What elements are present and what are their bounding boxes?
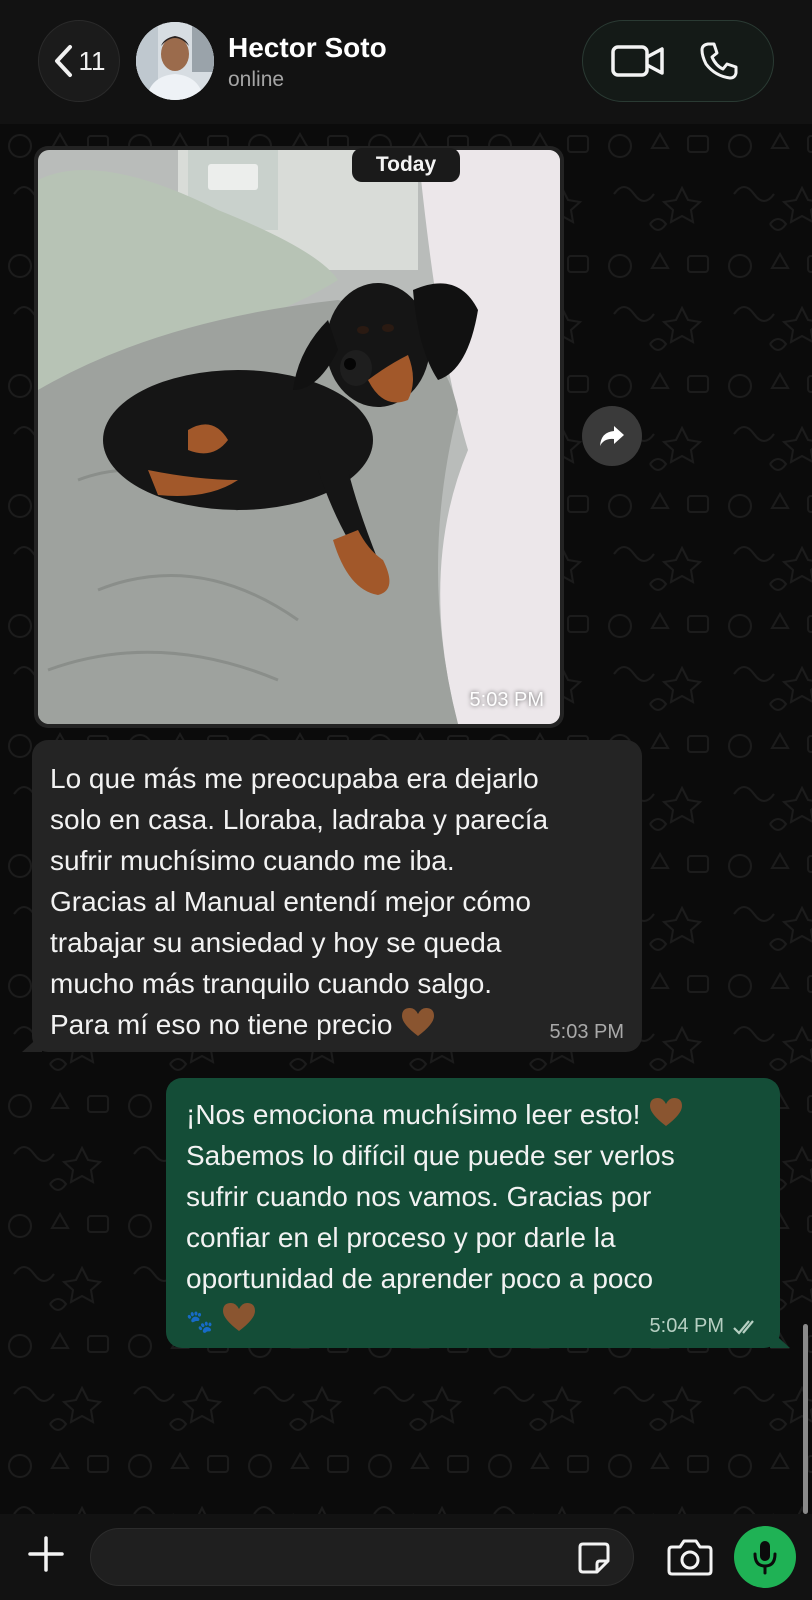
outgoing-message[interactable]: ¡Nos emociona muchísimo leer esto! Sabem…: [166, 1078, 780, 1348]
sticker-button[interactable]: [574, 1538, 614, 1578]
brown-heart-icon: [402, 1008, 435, 1036]
message-line: mucho más tranquilo cuando salgo.: [50, 968, 493, 999]
message-line: ¡Nos emociona muchísimo leer esto!: [186, 1094, 760, 1135]
message-line: solo en casa. Lloraba, ladraba y parecía: [50, 804, 549, 835]
camera-icon: [667, 1539, 713, 1576]
incoming-message[interactable]: Lo que más me preocupaba era dejarlo sol…: [32, 740, 642, 1052]
contact-status: online: [228, 68, 285, 91]
message-line: oportunidad de aprender poco a poco: [186, 1263, 654, 1294]
dog-photo: [38, 150, 560, 724]
back-button[interactable]: 11: [38, 20, 120, 102]
double-check-icon: [733, 1319, 754, 1335]
chat-area[interactable]: 5:03 PM Today Lo que más me preocupaba e…: [0, 124, 812, 1514]
chevron-left-icon: [54, 45, 72, 77]
incoming-message-text: Lo que más me preocupaba era dejarlo sol…: [50, 758, 624, 1045]
plus-icon: [28, 1536, 64, 1572]
message-line: Sabemos lo difícil que puede ser verlos: [186, 1140, 675, 1171]
forward-arrow-icon: [600, 426, 624, 446]
attach-button[interactable]: [22, 1530, 70, 1578]
microphone-icon: [753, 1541, 777, 1575]
message-line: confiar en el proceso y por darle la: [186, 1222, 616, 1253]
image-timestamp: 5:03 PM: [469, 689, 544, 711]
call-actions: [582, 20, 774, 102]
unread-count: 11: [78, 45, 106, 76]
message-line: Gracias al Manual entendí mejor cómo: [50, 886, 531, 917]
contact-name[interactable]: Hector Soto: [228, 32, 387, 64]
message-line: Para mí eso no tiene precio: [50, 1004, 624, 1045]
voice-call-button[interactable]: [684, 31, 754, 91]
image-message[interactable]: 5:03 PM: [34, 146, 564, 728]
brown-heart-icon: [223, 1303, 256, 1331]
outgoing-meta: 5:04 PM: [650, 1315, 760, 1338]
message-line: trabajar su ansiedad y hoy se queda: [50, 927, 502, 958]
message-input[interactable]: [90, 1528, 634, 1586]
phone-icon: [700, 42, 737, 80]
message-line: sufrir cuando nos vamos. Gracias por: [186, 1181, 652, 1212]
forward-button[interactable]: [582, 406, 642, 466]
avatar[interactable]: [136, 22, 214, 100]
video-camera-icon: [610, 45, 664, 77]
camera-button[interactable]: [664, 1534, 716, 1580]
date-separator: Today: [352, 148, 460, 182]
brown-heart-icon: [650, 1098, 683, 1126]
chat-scrollbar[interactable]: [803, 1324, 808, 1514]
paw-emoji: 🐾: [186, 1309, 214, 1334]
sticker-icon: [578, 1542, 610, 1574]
message-line: Lo que más me preocupaba era dejarlo: [50, 763, 539, 794]
message-composer: [0, 1514, 812, 1600]
voice-message-button[interactable]: [734, 1526, 796, 1588]
outgoing-timestamp: 5:04 PM: [649, 1315, 724, 1337]
video-call-button[interactable]: [603, 31, 673, 91]
chat-header: 11 Hector Soto online: [0, 0, 812, 124]
message-line: sufrir muchísimo cuando me iba.: [50, 845, 455, 876]
incoming-timestamp: 5:03 PM: [549, 1021, 624, 1043]
outgoing-message-text: ¡Nos emociona muchísimo leer esto! Sabem…: [186, 1094, 760, 1342]
